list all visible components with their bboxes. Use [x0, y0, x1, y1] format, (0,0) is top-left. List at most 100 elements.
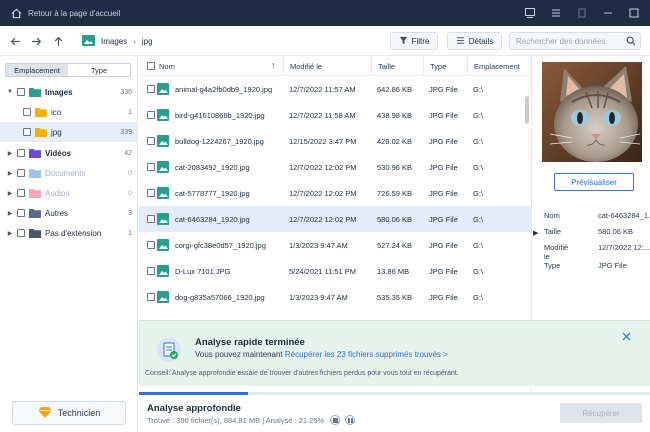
- recover-deleted-link[interactable]: Récupérer les 23 fichiers supprimés trou…: [285, 350, 448, 359]
- row-checkbox[interactable]: [147, 85, 155, 93]
- file-modified: 12/7/2022 12:02 PM: [289, 214, 357, 224]
- image-file-icon: [157, 239, 169, 251]
- breadcrumb-images[interactable]: Images: [101, 37, 127, 46]
- row-checkbox[interactable]: [147, 267, 155, 275]
- back-home-link[interactable]: Retour à la page d'accueil: [28, 9, 120, 18]
- caret-right-icon[interactable]: ▶: [6, 190, 14, 197]
- tree-item-pas-d-extension[interactable]: ▶ Pas d'extension 1: [0, 223, 138, 243]
- tree-checkbox[interactable]: [17, 149, 25, 157]
- image-file-icon: [157, 291, 169, 303]
- row-checkbox[interactable]: [147, 215, 155, 223]
- toast-text-prefix: Vous pouvez maintenant: [195, 350, 283, 359]
- menu-icon[interactable]: [546, 3, 566, 23]
- tree-checkbox[interactable]: [17, 229, 25, 237]
- details-button[interactable]: Détails: [447, 32, 502, 50]
- toast-title: Analyse rapide terminée: [195, 337, 305, 348]
- filter-button[interactable]: Filtre: [390, 32, 438, 50]
- table-row[interactable]: cat-5778777_1920.jpg 12/7/2022 12:02 PM 72…: [139, 180, 531, 206]
- column-size[interactable]: Taille: [371, 56, 423, 76]
- stop-scan-icon[interactable]: [330, 415, 340, 425]
- row-checkbox[interactable]: [147, 137, 155, 145]
- home-icon[interactable]: [10, 7, 22, 19]
- caret-right-icon[interactable]: ▶: [6, 230, 14, 237]
- search-icon[interactable]: [626, 36, 636, 48]
- property-value: cat-6463284_1...: [598, 211, 650, 220]
- column-name[interactable]: Nom: [159, 56, 175, 76]
- tree-item-autres[interactable]: ▶ Autres 3: [0, 203, 138, 223]
- tree-item-count: 3: [128, 209, 132, 217]
- table-row[interactable]: cat-2083492_1920.jpg 12/7/2022 12:02 PM 53…: [139, 154, 531, 180]
- file-name: bulldog-1224267_1920.jpg: [175, 136, 264, 146]
- column-type[interactable]: Type: [423, 56, 467, 76]
- scan-progress-bar: [139, 392, 650, 395]
- row-checkbox[interactable]: [147, 163, 155, 171]
- feedback-icon[interactable]: [520, 3, 540, 23]
- minimize-icon[interactable]: [598, 3, 618, 23]
- breadcrumb-jpg[interactable]: jpg: [142, 37, 153, 46]
- tree-item-jpg[interactable]: jpg 339: [0, 122, 138, 142]
- caret-down-icon[interactable]: ▼: [6, 89, 14, 95]
- table-row[interactable]: animal-g4a2fb0db9_1920.jpg 12/7/2022 11:5…: [139, 76, 531, 102]
- folder-icon: [35, 127, 47, 137]
- tree-item-ico[interactable]: ico 1: [0, 102, 138, 122]
- table-row[interactable]: corgi-gfc38e0d57_1920.jpg 1/3/2023 9:47 A…: [139, 232, 531, 258]
- chevron-right-icon: ›: [133, 37, 136, 46]
- table-row[interactable]: D-Lux 7101.JPG 5/24/2021 11:51 PM 13.86 MB…: [139, 258, 531, 284]
- row-checkbox[interactable]: [147, 293, 155, 301]
- table-row[interactable]: bulldog-1224267_1920.jpg 12/15/2022 3:47 …: [139, 128, 531, 154]
- tab-type[interactable]: Type: [68, 64, 130, 76]
- recover-button[interactable]: Récupérer: [560, 403, 642, 423]
- up-arrow-icon[interactable]: [51, 34, 65, 48]
- expand-arrow-icon[interactable]: ▶: [533, 229, 538, 237]
- sort-arrow-icon[interactable]: ↑: [271, 60, 276, 70]
- tree-item-label: Documents: [45, 168, 86, 178]
- tree-item-vid-os[interactable]: ▶ Vidéos 42: [0, 143, 138, 163]
- tab-location[interactable]: Emplacement: [6, 64, 68, 76]
- document-check-icon: [157, 338, 181, 364]
- table-header: Nom ↑ Modifié le Taille Type Emplacement: [139, 56, 531, 76]
- folder-icon: [29, 87, 41, 97]
- close-notification-icon[interactable]: [620, 330, 632, 342]
- column-modified[interactable]: Modifié le: [283, 56, 371, 76]
- back-arrow-icon[interactable]: [8, 34, 22, 48]
- caret-right-icon[interactable]: ▶: [6, 150, 14, 157]
- list-scrollbar[interactable]: [525, 96, 529, 124]
- tree-item-audios[interactable]: ▶ Audios 0: [0, 183, 138, 203]
- pause-scan-icon[interactable]: [345, 415, 355, 425]
- tree-checkbox[interactable]: [17, 209, 25, 217]
- file-location: G:\: [473, 214, 484, 224]
- maximize-icon[interactable]: [624, 3, 644, 23]
- table-row[interactable]: bird-g41610866b_1920.jpg 12/7/2022 11:58 …: [139, 102, 531, 128]
- details-label: Détails: [468, 36, 494, 46]
- file-type: JPG File: [429, 84, 458, 94]
- preview-button[interactable]: Prévisualiser: [554, 173, 634, 191]
- file-name: dog-g835a57066_1920.jpg: [175, 292, 265, 302]
- column-location[interactable]: Emplacement: [467, 56, 531, 76]
- file-type: JPG File: [429, 162, 458, 172]
- row-checkbox[interactable]: [147, 189, 155, 197]
- tree-item-count: 339: [120, 128, 132, 136]
- technician-button[interactable]: Technicien: [12, 401, 126, 425]
- row-checkbox[interactable]: [147, 111, 155, 119]
- upload-icon[interactable]: [572, 3, 592, 23]
- row-checkbox[interactable]: [147, 241, 155, 249]
- caret-right-icon[interactable]: ▶: [6, 170, 14, 177]
- caret-right-icon[interactable]: ▶: [6, 210, 14, 217]
- tree-item-images[interactable]: ▼ Images 336: [0, 82, 138, 102]
- left-pane: Emplacement Type ▼ Images 336 ico 1 jpg 339 ▶ Vi…: [0, 56, 138, 432]
- tree-checkbox[interactable]: [23, 128, 31, 136]
- property-value: JPG File: [598, 261, 627, 270]
- table-row[interactable]: dog-g835a57066_1920.jpg 1/3/2023 9:47 AM 5…: [139, 284, 531, 310]
- file-type: JPG File: [429, 136, 458, 146]
- tree-checkbox[interactable]: [17, 88, 25, 96]
- tree-checkbox[interactable]: [17, 189, 25, 197]
- select-all-checkbox[interactable]: [147, 62, 155, 70]
- file-name: cat-6463284_1920.jpg: [175, 214, 250, 224]
- tree-item-label: Vidéos: [45, 148, 72, 158]
- tree-checkbox[interactable]: [17, 169, 25, 177]
- tree-checkbox[interactable]: [23, 108, 31, 116]
- table-row[interactable]: cat-6463284_1920.jpg 12/7/2022 12:02 PM 58…: [139, 206, 531, 232]
- forward-arrow-icon[interactable]: [29, 34, 43, 48]
- search-input[interactable]: [510, 33, 620, 49]
- tree-item-documents[interactable]: ▶ Documents 0: [0, 163, 138, 183]
